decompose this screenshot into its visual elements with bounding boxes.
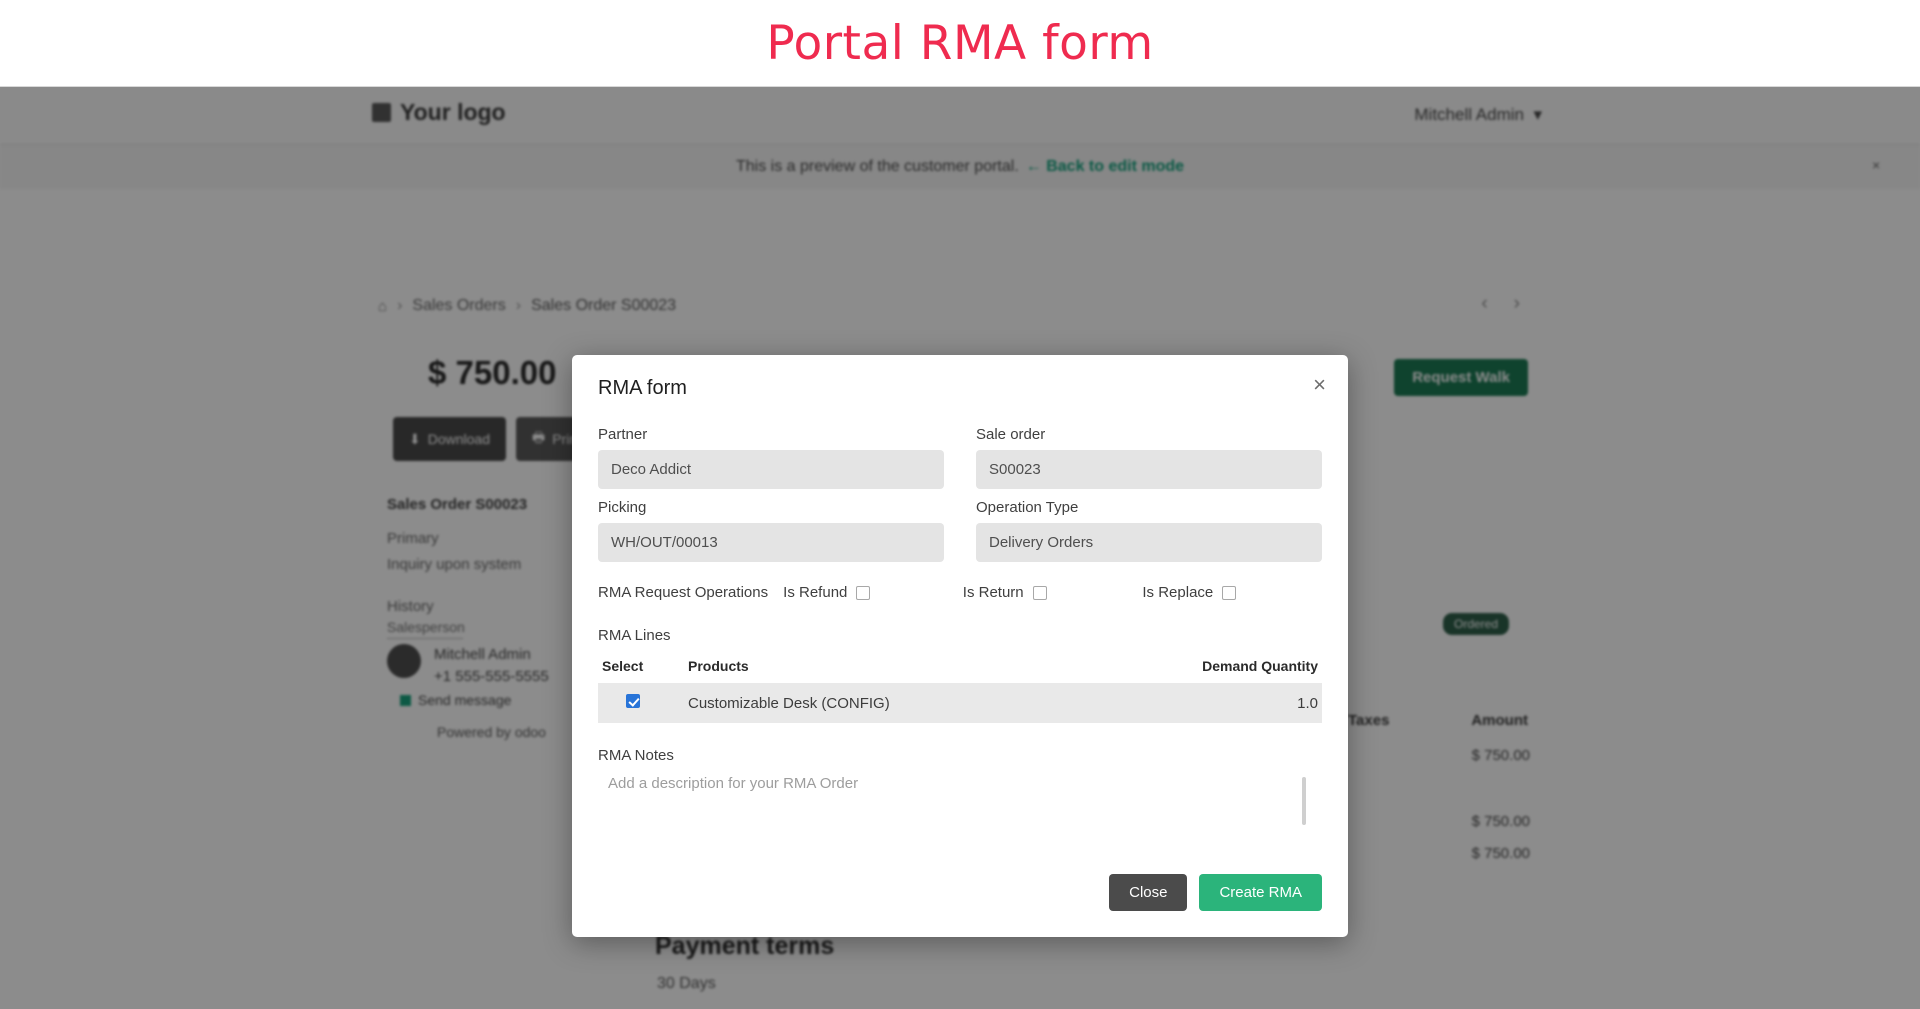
rma-lines-label: RMA Lines bbox=[598, 627, 671, 644]
is-return-checkbox-group[interactable]: Is Return bbox=[963, 584, 1143, 601]
sale-order-field-group: Sale order bbox=[976, 426, 1322, 499]
modal-close-icon[interactable]: × bbox=[1313, 374, 1326, 396]
column-header-select: Select bbox=[602, 658, 644, 674]
column-header-demand-quantity: Demand Quantity bbox=[1202, 658, 1318, 674]
is-replace-checkbox-group[interactable]: Is Replace bbox=[1142, 584, 1322, 601]
row-product-cell: Customizable Desk (CONFIG) bbox=[684, 683, 1152, 723]
is-return-checkbox[interactable] bbox=[1032, 585, 1047, 600]
picking-field-group: Picking bbox=[598, 499, 944, 572]
rma-lines-table: Select Products Demand Quantity Customiz… bbox=[598, 652, 1322, 723]
field-grid-top: Partner Sale order Picking Operation Typ… bbox=[598, 426, 1322, 572]
row-demand-quantity-cell: 1.0 bbox=[1152, 683, 1322, 723]
operation-type-input[interactable] bbox=[976, 523, 1322, 562]
page-title: Portal RMA form bbox=[766, 15, 1154, 71]
row-select-checkbox[interactable] bbox=[626, 694, 640, 708]
create-rma-button[interactable]: Create RMA bbox=[1199, 874, 1322, 911]
close-button[interactable]: Close bbox=[1109, 874, 1188, 911]
modal-title: RMA form bbox=[598, 377, 687, 399]
notes-scrollbar[interactable] bbox=[1302, 777, 1306, 825]
modal-body: Partner Sale order Picking Operation Typ… bbox=[572, 414, 1348, 852]
operation-type-field-group: Operation Type bbox=[976, 499, 1322, 572]
is-refund-checkbox[interactable] bbox=[856, 585, 871, 600]
partner-label: Partner bbox=[598, 426, 648, 443]
is-replace-label: Is Replace bbox=[1142, 584, 1214, 601]
operation-type-label: Operation Type bbox=[976, 499, 1079, 516]
is-refund-label: Is Refund bbox=[783, 584, 848, 601]
rma-request-operations-label: RMA Request Operations bbox=[598, 584, 769, 601]
row-select-cell[interactable] bbox=[598, 683, 684, 723]
sale-order-label: Sale order bbox=[976, 426, 1046, 443]
rma-form-modal: RMA form × Partner Sale order Picking O bbox=[572, 355, 1348, 937]
screenshot-frame: Your logo Mitchell Admin ▾ This is a pre… bbox=[0, 86, 1920, 1009]
rma-notes-textarea[interactable] bbox=[598, 771, 1322, 837]
table-row: Customizable Desk (CONFIG) 1.0 bbox=[598, 683, 1322, 723]
table-header-row: Select Products Demand Quantity bbox=[598, 652, 1322, 683]
sale-order-input[interactable] bbox=[976, 450, 1322, 489]
rma-request-operations-row: RMA Request Operations Is Refund Is Retu… bbox=[598, 584, 1322, 601]
picking-input[interactable] bbox=[598, 523, 944, 562]
modal-header: RMA form × bbox=[572, 355, 1348, 414]
column-header-products: Products bbox=[688, 658, 749, 674]
is-replace-checkbox[interactable] bbox=[1222, 585, 1237, 600]
partner-input[interactable] bbox=[598, 450, 944, 489]
is-refund-checkbox-group[interactable]: Is Refund bbox=[783, 584, 963, 601]
rma-notes-label: RMA Notes bbox=[598, 747, 674, 764]
is-return-label: Is Return bbox=[962, 584, 1024, 601]
modal-footer: Close Create RMA bbox=[572, 852, 1348, 937]
partner-field-group: Partner bbox=[598, 426, 944, 499]
picking-label: Picking bbox=[598, 499, 647, 516]
slide-title-bar: Portal RMA form bbox=[0, 0, 1920, 86]
